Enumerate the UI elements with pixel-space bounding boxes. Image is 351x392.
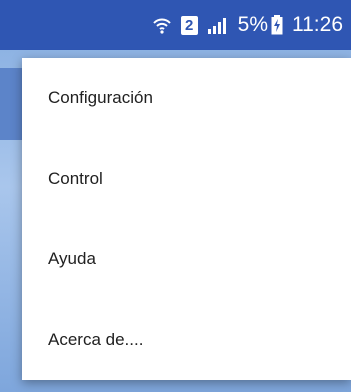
app-toolbar-edge — [0, 68, 22, 140]
menu-item-ayuda[interactable]: Ayuda — [22, 219, 351, 300]
sim-slot-badge: 2 — [180, 15, 198, 35]
battery-percent: 5% — [237, 13, 268, 36]
signal-icon — [207, 16, 229, 34]
overflow-menu: Configuración Control Ayuda Acerca de...… — [22, 58, 351, 380]
menu-item-configuracion[interactable]: Configuración — [22, 58, 351, 139]
status-time: 11:26 — [292, 13, 343, 36]
wifi-icon — [152, 15, 172, 35]
status-bar: 2 5% 11:26 — [0, 0, 351, 50]
menu-item-control[interactable]: Control — [22, 139, 351, 220]
battery-charging-icon — [271, 15, 283, 35]
menu-item-acerca-de[interactable]: Acerca de.... — [22, 300, 351, 381]
